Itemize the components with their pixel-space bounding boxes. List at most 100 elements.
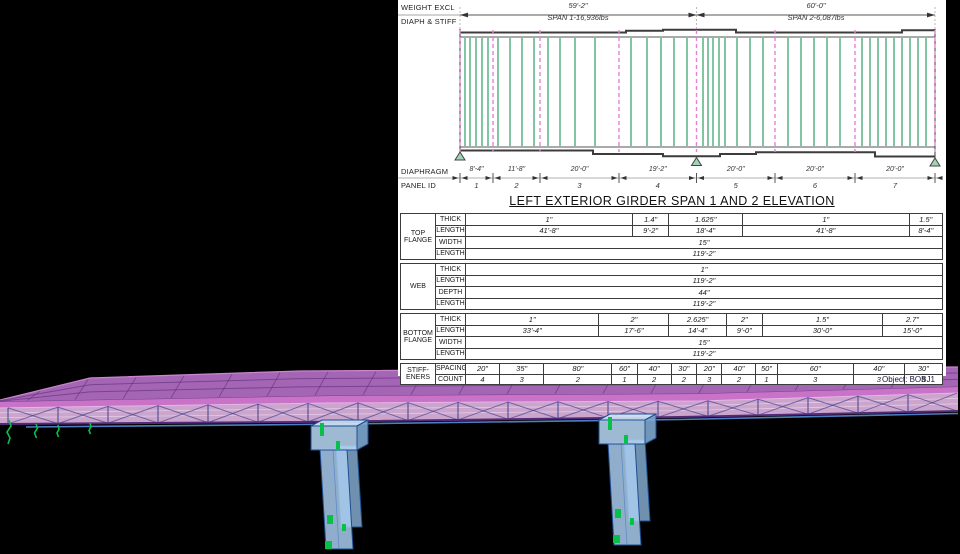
spec-table: BOTTOMFLANGETHICK1"2"2.625"2"1.5"2.7"LEN…: [400, 313, 943, 360]
span1-weight: SPAN 1-16,936lbs: [460, 13, 696, 22]
table-group-label: STIFF-ENERS: [401, 364, 436, 385]
table-cell: 15": [466, 337, 943, 349]
span2-dimension: 60'-0" SPAN 2-6,087lbs: [697, 1, 935, 22]
table-cell: 2: [722, 374, 756, 385]
table-cell: 1.5": [909, 214, 942, 226]
table-cell: 80": [544, 364, 612, 375]
table-cell: 3: [499, 374, 544, 385]
diaphragm-dim: 20'-0": [886, 166, 904, 173]
table-cell: 30": [904, 364, 942, 375]
table-row-label: LENGTH: [436, 248, 466, 260]
table-cell: 14'-4": [669, 325, 726, 337]
table-row-label: LENGTH: [436, 325, 466, 337]
table-cell: 1": [742, 214, 909, 226]
table-row-label: LENGTH: [436, 298, 466, 310]
table-cell: 18'-4": [669, 225, 742, 237]
panel-id: 3: [577, 181, 581, 190]
table-cell: 9'-0": [726, 325, 762, 337]
table-row-label: WIDTH: [436, 237, 466, 249]
diaphragm-dim: 11'-8": [508, 166, 525, 173]
application-stage: WEIGHT EXCL DIAPH & STIFF 59'-2" SPAN 1-…: [0, 0, 960, 554]
table-cell: 119'-2": [466, 298, 943, 310]
table-cell: 40": [637, 364, 671, 375]
pier-2: [599, 414, 656, 545]
table-row-label: THICK: [436, 264, 466, 276]
table-cell: 4: [466, 374, 500, 385]
table-cell: 8'-4": [909, 225, 942, 237]
table-cell: 2.625": [669, 314, 726, 326]
table-cell: 2.7": [882, 314, 942, 326]
diaphragm-dim: 20'-0": [571, 166, 589, 173]
table-cell: 40": [722, 364, 756, 375]
spec-table: TOPFLANGETHICK1"1.4"1.625"1"1.5"LENGTH41…: [400, 213, 943, 260]
table-row-label: SPACING: [436, 364, 466, 375]
table-cell: 119'-2": [466, 348, 943, 360]
table-cell: 2: [544, 374, 612, 385]
table-cell: 1.4": [632, 214, 669, 226]
table-cell: 1.5": [762, 314, 882, 326]
span2-length: 60'-0": [697, 1, 935, 10]
table-cell: 30": [671, 364, 696, 375]
table-group-label: WEB: [401, 264, 436, 310]
diaphragm-row-label: DIAPHRAGM: [401, 167, 448, 176]
panel-id: 5: [734, 181, 738, 190]
table-cell: 1": [466, 264, 943, 276]
spec-table: WEBTHICK1"LENGTH119'-2"DEPTH44"LENGTH119…: [400, 263, 943, 310]
diaphragm-dim: 20'-0": [806, 166, 824, 173]
table-cell: 3: [777, 374, 853, 385]
panel-id: 6: [813, 181, 817, 190]
table-cell: 9'-2": [632, 225, 669, 237]
diaphragm-dim: 8'-4": [470, 166, 484, 173]
table-cell: 50": [756, 364, 777, 375]
panel-id: 4: [656, 181, 660, 190]
table-row-label: WIDTH: [436, 337, 466, 349]
table-cell: 60": [777, 364, 853, 375]
span2-weight: SPAN 2-6,087lbs: [697, 13, 935, 22]
diaphragm-dim: 19'-2": [649, 166, 667, 173]
table-row-label: COUNT: [436, 374, 466, 385]
span1-dimension: 59'-2" SPAN 1-16,936lbs: [460, 1, 696, 22]
table-row-label: LENGTH: [436, 275, 466, 287]
table-cell: 30'-0": [762, 325, 882, 337]
table-cell: 2": [599, 314, 669, 326]
table-row-label: LENGTH: [436, 225, 466, 237]
panel-id: 1: [474, 181, 478, 190]
panel-id: 7: [893, 181, 897, 190]
table-cell: 41'-8": [742, 225, 909, 237]
table-cell: 1": [466, 314, 599, 326]
table-cell: 41'-8": [466, 225, 633, 237]
table-cell: 15": [466, 237, 943, 249]
table-cell: 1: [612, 374, 637, 385]
table-row-label: THICK: [436, 314, 466, 326]
pier-1: [311, 420, 368, 549]
table-row-label: THICK: [436, 214, 466, 226]
table-cell: 20": [697, 364, 722, 375]
weight-excl-label: WEIGHT EXCL: [401, 3, 455, 12]
table-cell: 44": [466, 287, 943, 299]
table-cell: 60": [612, 364, 637, 375]
table-group-label: TOPFLANGE: [401, 214, 436, 260]
girder-spec-tables: TOPFLANGETHICK1"1.4"1.625"1"1.5"LENGTH41…: [400, 213, 943, 388]
table-cell: 33'-4": [466, 325, 599, 337]
panel-id-row-label: PANEL ID: [401, 181, 436, 190]
table-cell: 17'-6": [599, 325, 669, 337]
table-row-label: DEPTH: [436, 287, 466, 299]
table-cell: 119'-2": [466, 248, 943, 260]
diaph-stiff-label: DIAPH & STIFF: [401, 17, 457, 26]
table-cell: 2: [637, 374, 671, 385]
table-cell: 2": [726, 314, 762, 326]
spec-table: STIFF-ENERSSPACING20"35"80"60"40"30"20"4…: [400, 363, 943, 385]
table-cell: 20": [466, 364, 500, 375]
table-cell: 15'-0": [882, 325, 942, 337]
drawing-title: LEFT EXTERIOR GIRDER SPAN 1 AND 2 ELEVAT…: [398, 194, 946, 208]
object-name-label: Object: BOBJ1: [882, 375, 935, 384]
table-cell: 1.625": [669, 214, 742, 226]
table-cell: 3: [697, 374, 722, 385]
diaphragm-dim: 20'-0": [727, 166, 745, 173]
girder-elevation-panel: WEIGHT EXCL DIAPH & STIFF 59'-2" SPAN 1-…: [398, 0, 946, 376]
table-cell: 1": [466, 214, 633, 226]
table-cell: 119'-2": [466, 275, 943, 287]
table-cell: 1: [756, 374, 777, 385]
span1-length: 59'-2": [460, 1, 696, 10]
table-cell: 40": [853, 364, 904, 375]
